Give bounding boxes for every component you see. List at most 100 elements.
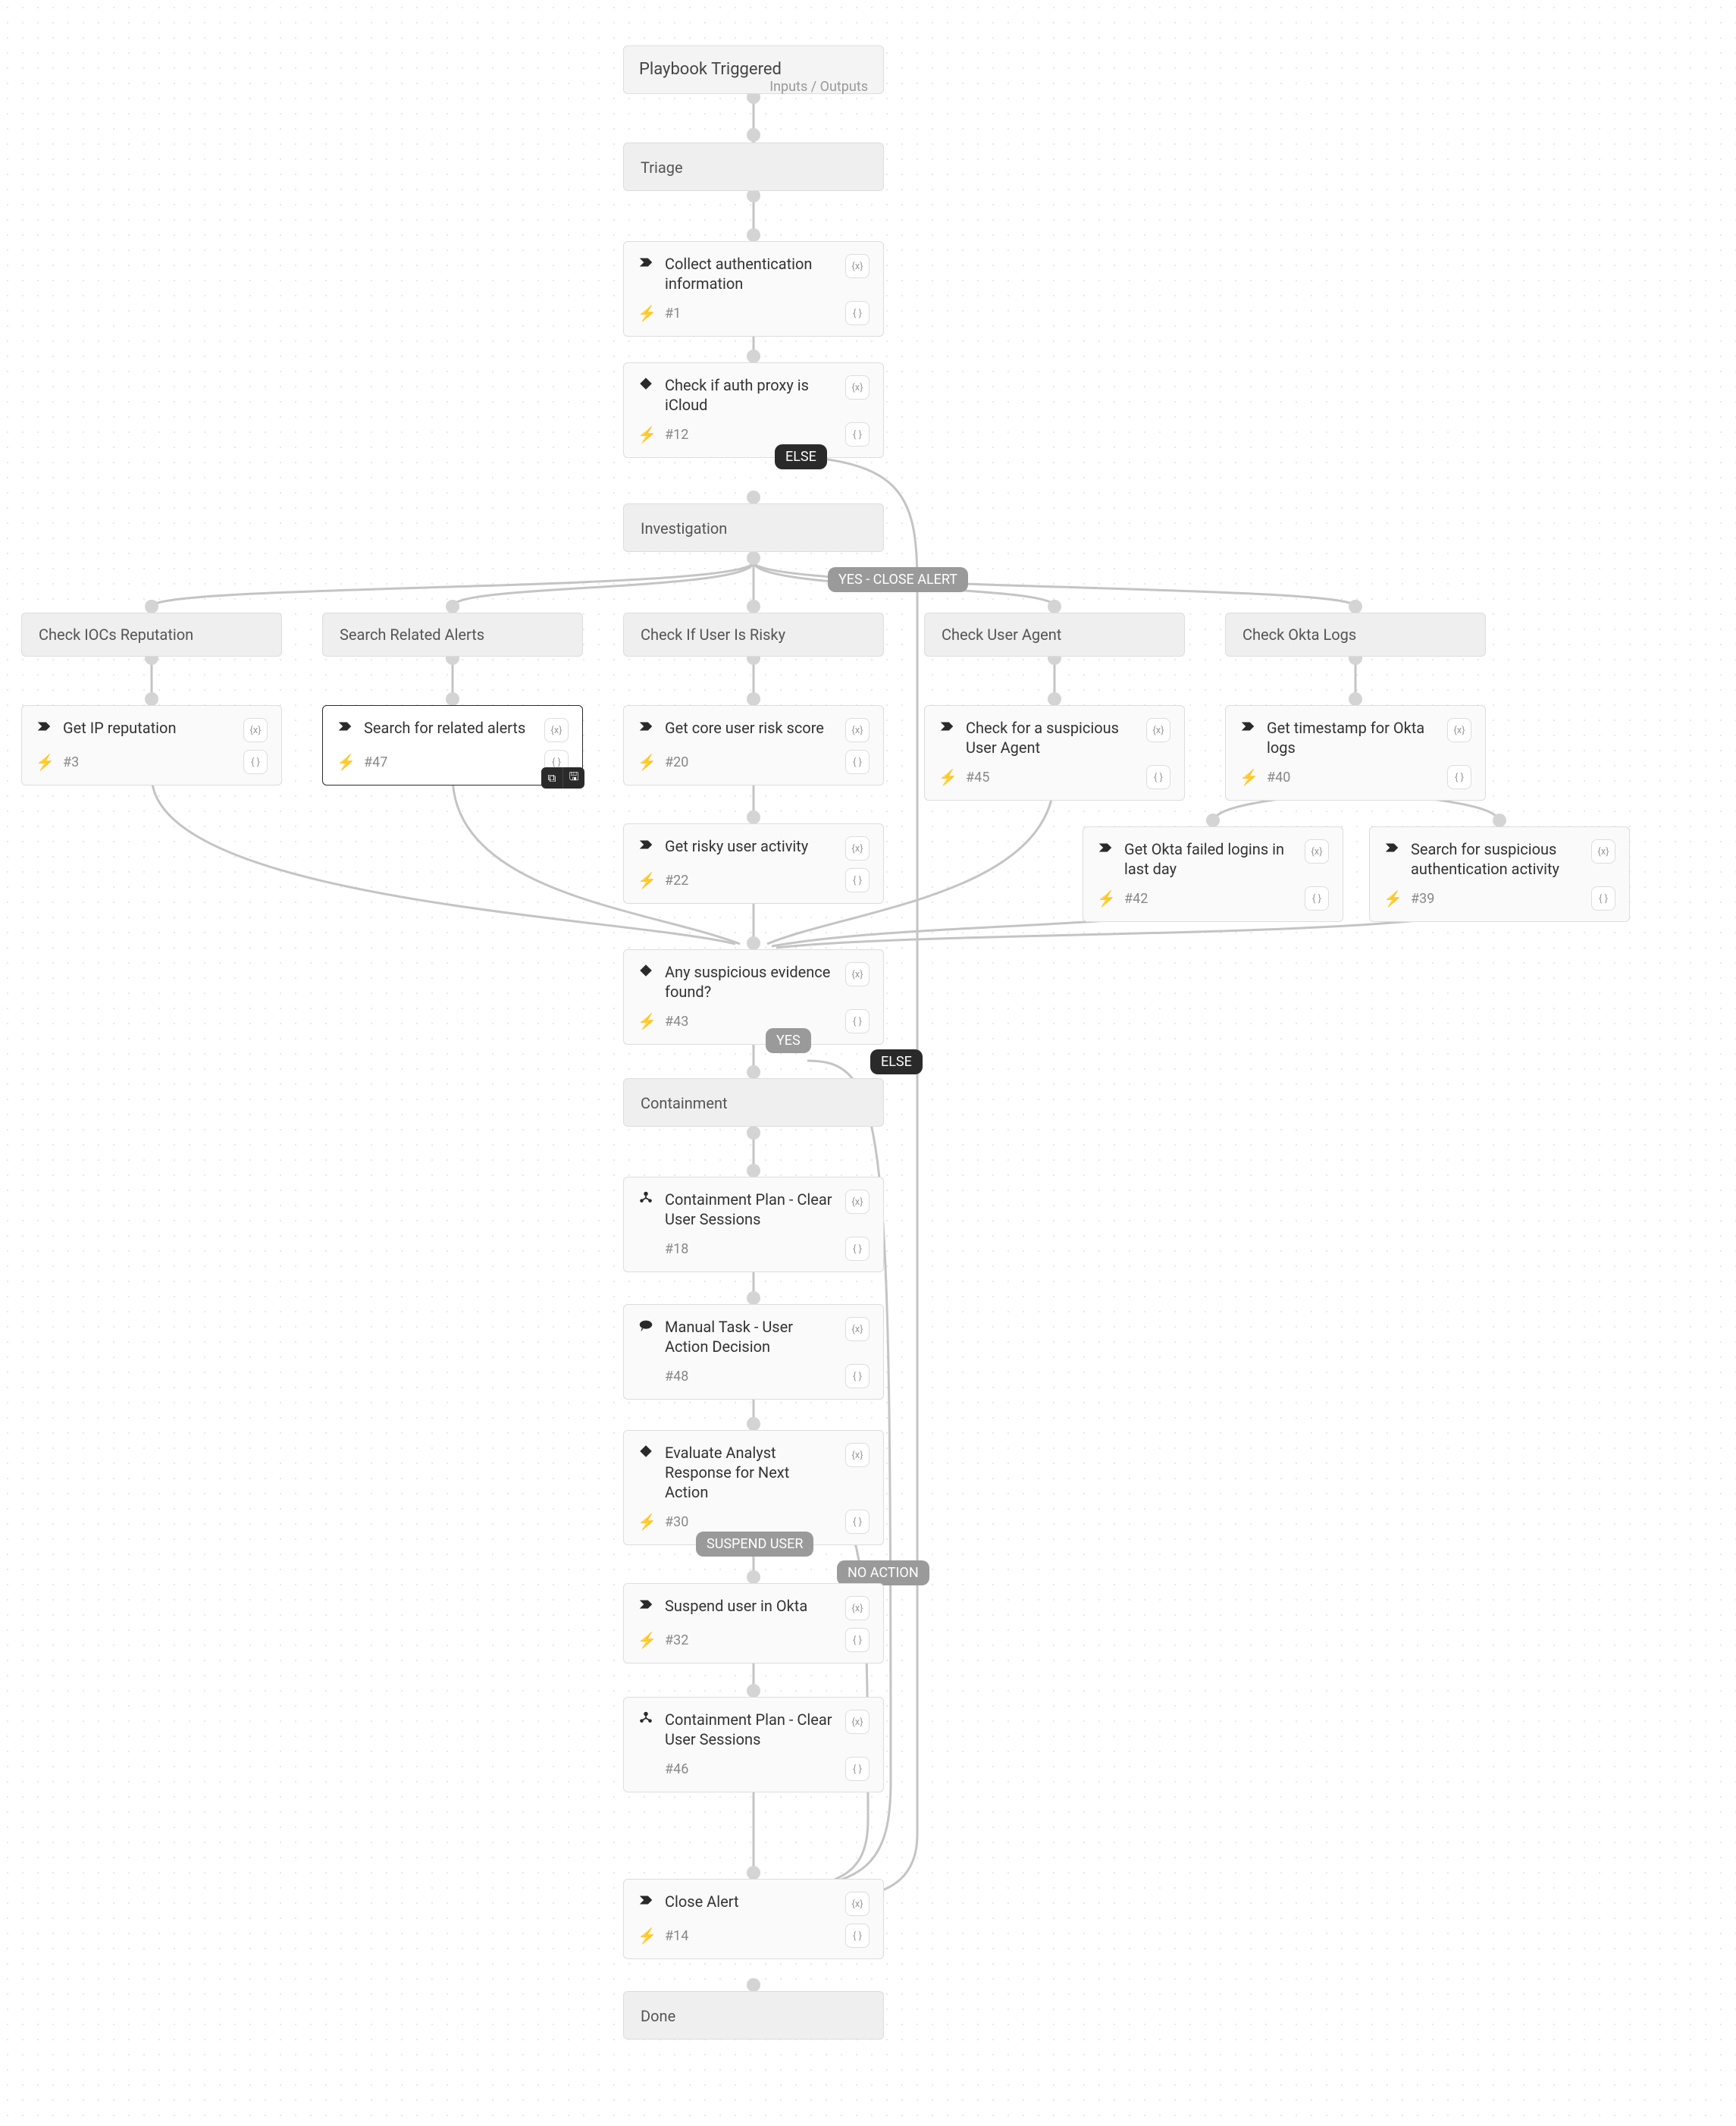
outputs-badge[interactable]: {x} (1305, 839, 1329, 864)
outputs-badge[interactable]: {x} (845, 1710, 870, 1734)
pause-badge[interactable]: { } (845, 1364, 870, 1388)
section-done[interactable]: Done (623, 1991, 884, 2040)
task-suspend-user[interactable]: Suspend user in Okta{x} ⚡#32{ } (623, 1583, 884, 1663)
pause-badge[interactable]: { } (845, 301, 870, 325)
pause-badge[interactable]: { } (845, 1757, 870, 1781)
section-title: Investigation (624, 504, 883, 553)
pause-badge[interactable]: { } (845, 1924, 870, 1948)
section-search-related[interactable]: Search Related Alerts (322, 613, 583, 657)
task-action-toolbar[interactable]: ⧉ 🖫 (541, 767, 584, 789)
task-icon (36, 718, 52, 735)
outputs-badge[interactable]: {x} (845, 375, 870, 400)
task-title: Check if auth proxy is iCloud (665, 375, 835, 415)
pause-badge[interactable]: { } (1447, 765, 1471, 789)
pause-badge[interactable]: { } (1305, 886, 1329, 911)
task-icon (1097, 839, 1114, 856)
condition-icon (638, 962, 654, 979)
subplaybook-icon (638, 1190, 654, 1206)
pause-badge[interactable]: { } (845, 1237, 870, 1261)
section-investigation[interactable]: Investigation (623, 503, 884, 552)
bolt-icon: ⚡ (638, 1012, 654, 1030)
outputs-badge[interactable]: {x} (1447, 718, 1471, 742)
task-risky-user-activity[interactable]: Get risky user activity{x} ⚡#22{ } (623, 823, 884, 904)
task-containment-plan-1[interactable]: Containment Plan - Clear User Sessions{x… (623, 1177, 884, 1272)
task-core-risk-score[interactable]: Get core user risk score{x} ⚡#20{ } (623, 705, 884, 785)
task-evaluate-response[interactable]: Evaluate Analyst Response for Next Actio… (623, 1430, 884, 1545)
inputs-outputs-label[interactable]: Inputs / Outputs (769, 79, 868, 95)
task-containment-plan-2[interactable]: Containment Plan - Clear User Sessions {x… (623, 1697, 884, 1792)
outputs-badge[interactable]: {x} (544, 718, 569, 742)
section-containment[interactable]: Containment (623, 1078, 884, 1127)
section-triage[interactable]: Triage (623, 143, 884, 191)
task-title: Containment Plan - Clear User Sessions (665, 1710, 835, 1749)
outputs-badge[interactable]: {x} (845, 718, 870, 742)
task-ip-reputation[interactable]: Get IP reputation{x} ⚡#3{ } (21, 705, 282, 785)
task-title: Search for suspicious authentication act… (1411, 839, 1581, 879)
pause-badge[interactable]: { } (243, 750, 268, 774)
task-icon (638, 1892, 654, 1908)
task-title: Get Okta failed logins in last day (1124, 839, 1294, 879)
section-title: Containment (624, 1079, 883, 1127)
pause-badge[interactable]: { } (845, 1510, 870, 1534)
task-okta-failed-logins[interactable]: Get Okta failed logins in last day{x} ⚡#… (1083, 826, 1343, 922)
task-okta-suspicious-auth[interactable]: Search for suspicious authentication act… (1369, 826, 1630, 922)
playbook-title: Playbook Triggered (639, 60, 782, 79)
outputs-badge[interactable]: {x} (845, 1443, 870, 1467)
outputs-badge[interactable]: {x} (845, 962, 870, 986)
outputs-badge[interactable]: {x} (845, 254, 870, 278)
section-title: Done (624, 1992, 883, 2040)
outputs-badge[interactable]: {x} (845, 1596, 870, 1620)
task-okta-timestamp[interactable]: Get timestamp for Okta logs{x} ⚡#40{ } (1225, 705, 1486, 801)
outputs-badge[interactable]: {x} (1146, 718, 1170, 742)
bolt-icon: ⚡ (638, 425, 654, 444)
branch-label-else: ELSE (775, 444, 827, 469)
playbook-triggered-header[interactable]: Playbook Triggered Inputs / Outputs (623, 45, 884, 94)
outputs-badge[interactable]: {x} (845, 1190, 870, 1214)
pause-badge[interactable]: { } (845, 1628, 870, 1652)
task-check-icloud[interactable]: Check if auth proxy is iCloud {x} ⚡ #12 … (623, 362, 884, 458)
task-hash: #45 (966, 770, 1136, 785)
copy-icon[interactable]: ⧉ (541, 767, 563, 789)
bolt-icon: ⚡ (638, 871, 654, 889)
task-suspicious-user-agent[interactable]: Check for a suspicious User Agent{x} ⚡#4… (924, 705, 1185, 801)
section-title: Check User Agent (925, 613, 1184, 656)
pause-badge[interactable]: { } (845, 750, 870, 774)
outputs-badge[interactable]: {x} (243, 718, 268, 742)
section-check-risky[interactable]: Check If User Is Risky (623, 613, 884, 657)
outputs-badge[interactable]: {x} (1591, 839, 1615, 864)
manual-icon (638, 1317, 654, 1334)
bolt-icon: ⚡ (638, 304, 654, 322)
task-title: Collect authentication information (665, 254, 835, 293)
task-icon (1239, 718, 1256, 735)
pause-badge[interactable]: { } (845, 868, 870, 892)
bolt-icon: ⚡ (1239, 768, 1256, 786)
task-hash: #30 (665, 1514, 835, 1530)
branch-label-no-action: NO ACTION (837, 1560, 929, 1585)
task-icon (638, 254, 654, 271)
branch-label-yes: YES (766, 1028, 811, 1053)
pause-badge[interactable]: { } (845, 1009, 870, 1033)
save-icon[interactable]: 🖫 (563, 767, 584, 789)
task-title: Check for a suspicious User Agent (966, 718, 1136, 757)
task-title: Get core user risk score (665, 718, 835, 738)
outputs-badge[interactable]: {x} (845, 1317, 870, 1341)
section-check-iocs[interactable]: Check IOCs Reputation (21, 613, 282, 657)
task-hash: #32 (665, 1632, 835, 1648)
task-collect-auth[interactable]: Collect authentication information {x} ⚡… (623, 241, 884, 337)
task-manual-decision[interactable]: Manual Task - User Action Decision{x} ⚡#… (623, 1304, 884, 1400)
task-title: Get timestamp for Okta logs (1267, 718, 1437, 757)
task-hash: #22 (665, 873, 835, 889)
task-suspicious-evidence[interactable]: Any suspicious evidence found?{x} ⚡#43{ … (623, 949, 884, 1045)
task-icon (638, 836, 654, 853)
branch-label-suspend-user: SUSPEND USER (696, 1532, 813, 1557)
pause-badge[interactable]: { } (1591, 886, 1615, 911)
outputs-badge[interactable]: {x} (845, 1892, 870, 1916)
section-check-okta[interactable]: Check Okta Logs (1225, 613, 1486, 657)
task-hash: #12 (665, 427, 835, 443)
branch-label-else2: ELSE (870, 1049, 923, 1074)
task-close-alert[interactable]: Close Alert{x} ⚡#14{ } (623, 1879, 884, 1959)
pause-badge[interactable]: { } (845, 422, 870, 447)
outputs-badge[interactable]: {x} (845, 836, 870, 861)
pause-badge[interactable]: { } (1146, 765, 1170, 789)
section-check-ua[interactable]: Check User Agent (924, 613, 1185, 657)
